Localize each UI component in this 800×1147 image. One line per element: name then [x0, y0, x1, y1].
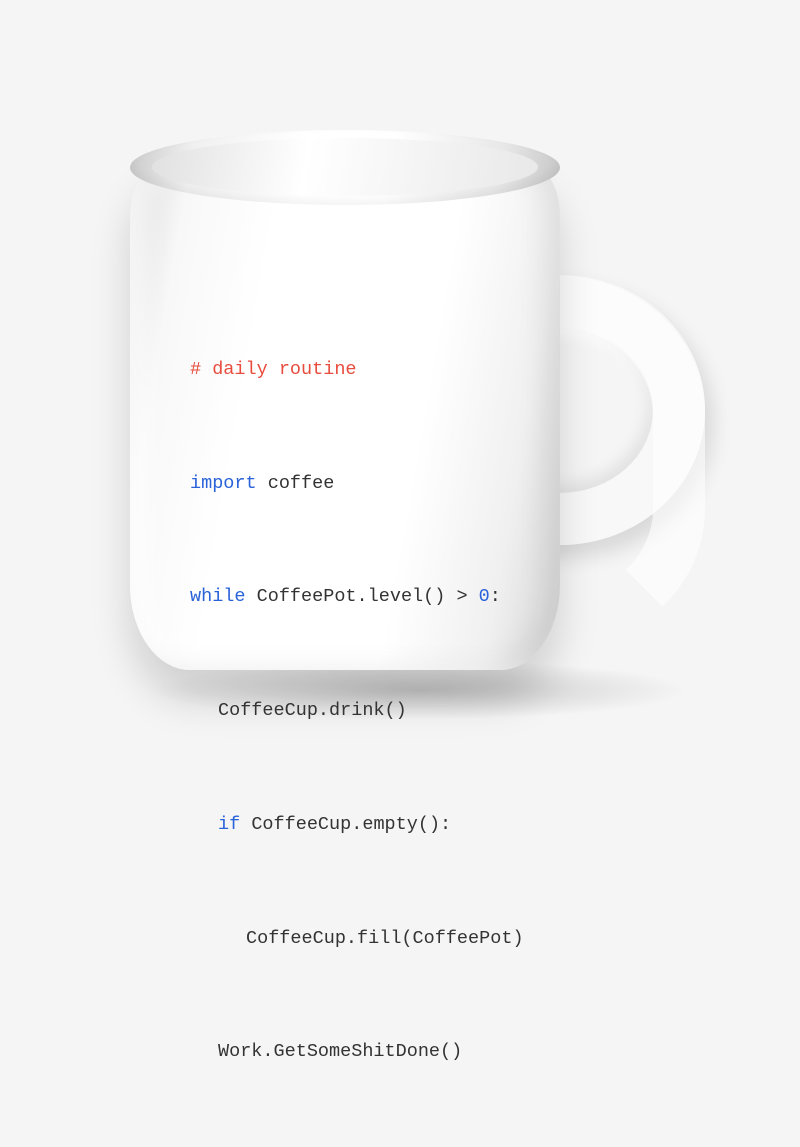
product-photo-scene: # daily routine import coffee while Coff…: [0, 0, 800, 800]
code-import-line: import coffee: [190, 465, 560, 503]
code-drink-line: CoffeeCup.drink(): [218, 692, 560, 730]
code-comment: # daily routine: [190, 351, 560, 389]
coffee-mug: # daily routine import coffee while Coff…: [90, 100, 710, 700]
code-while-line: while CoffeePot.level() > 0:: [190, 578, 560, 616]
code-if-line: if CoffeeCup.empty():: [218, 806, 560, 844]
code-fill-line: CoffeeCup.fill(CoffeePot): [246, 920, 560, 958]
code-work-line: Work.GetSomeShitDone(): [218, 1033, 560, 1071]
printed-code: # daily routine import coffee while Coff…: [190, 275, 560, 1147]
mug-rim-inner: [152, 138, 538, 196]
